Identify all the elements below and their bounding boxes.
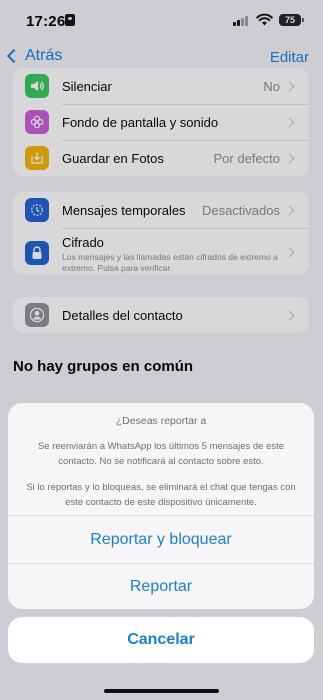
- home-indicator[interactable]: [104, 689, 219, 693]
- report-button[interactable]: Reportar: [8, 563, 314, 609]
- report-action-sheet: ¿Deseas reportar a Se reenviarán a Whats…: [8, 403, 314, 609]
- action-sheet-title: ¿Deseas reportar a: [115, 415, 207, 427]
- action-sheet-message: Se reenviarán a WhatsApp los últimos 5 m…: [37, 441, 285, 467]
- action-sheet-message-secondary: Si lo reportas y lo bloqueas, se elimina…: [26, 482, 296, 508]
- report-and-block-button[interactable]: Reportar y bloquear: [8, 516, 314, 563]
- action-sheet-header: ¿Deseas reportar a Se reenviarán a Whats…: [8, 403, 314, 516]
- cancel-button[interactable]: Cancelar: [8, 617, 314, 663]
